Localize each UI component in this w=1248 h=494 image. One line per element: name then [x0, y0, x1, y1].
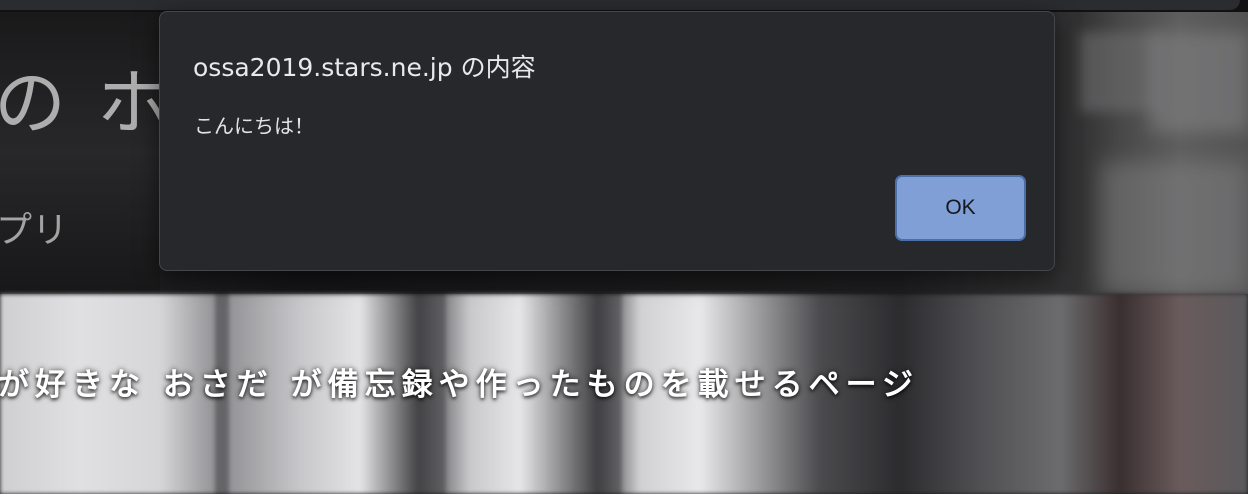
browser-toolbar-edge	[0, 0, 1240, 10]
ok-button[interactable]: OK	[895, 175, 1026, 241]
alert-title: ossa2019.stars.ne.jp の内容	[193, 53, 536, 82]
site-tagline: が好きな おさだ が備忘録や作ったものを載せるページ	[0, 367, 919, 403]
browser-viewport: の ホ プリ が好きな おさだ が備忘録や作ったものを載せるページ ossa20…	[0, 0, 1248, 494]
alert-message: こんにちは！	[194, 114, 314, 138]
alert-dialog: ossa2019.stars.ne.jp の内容 こんにちは！ OK	[159, 11, 1055, 271]
